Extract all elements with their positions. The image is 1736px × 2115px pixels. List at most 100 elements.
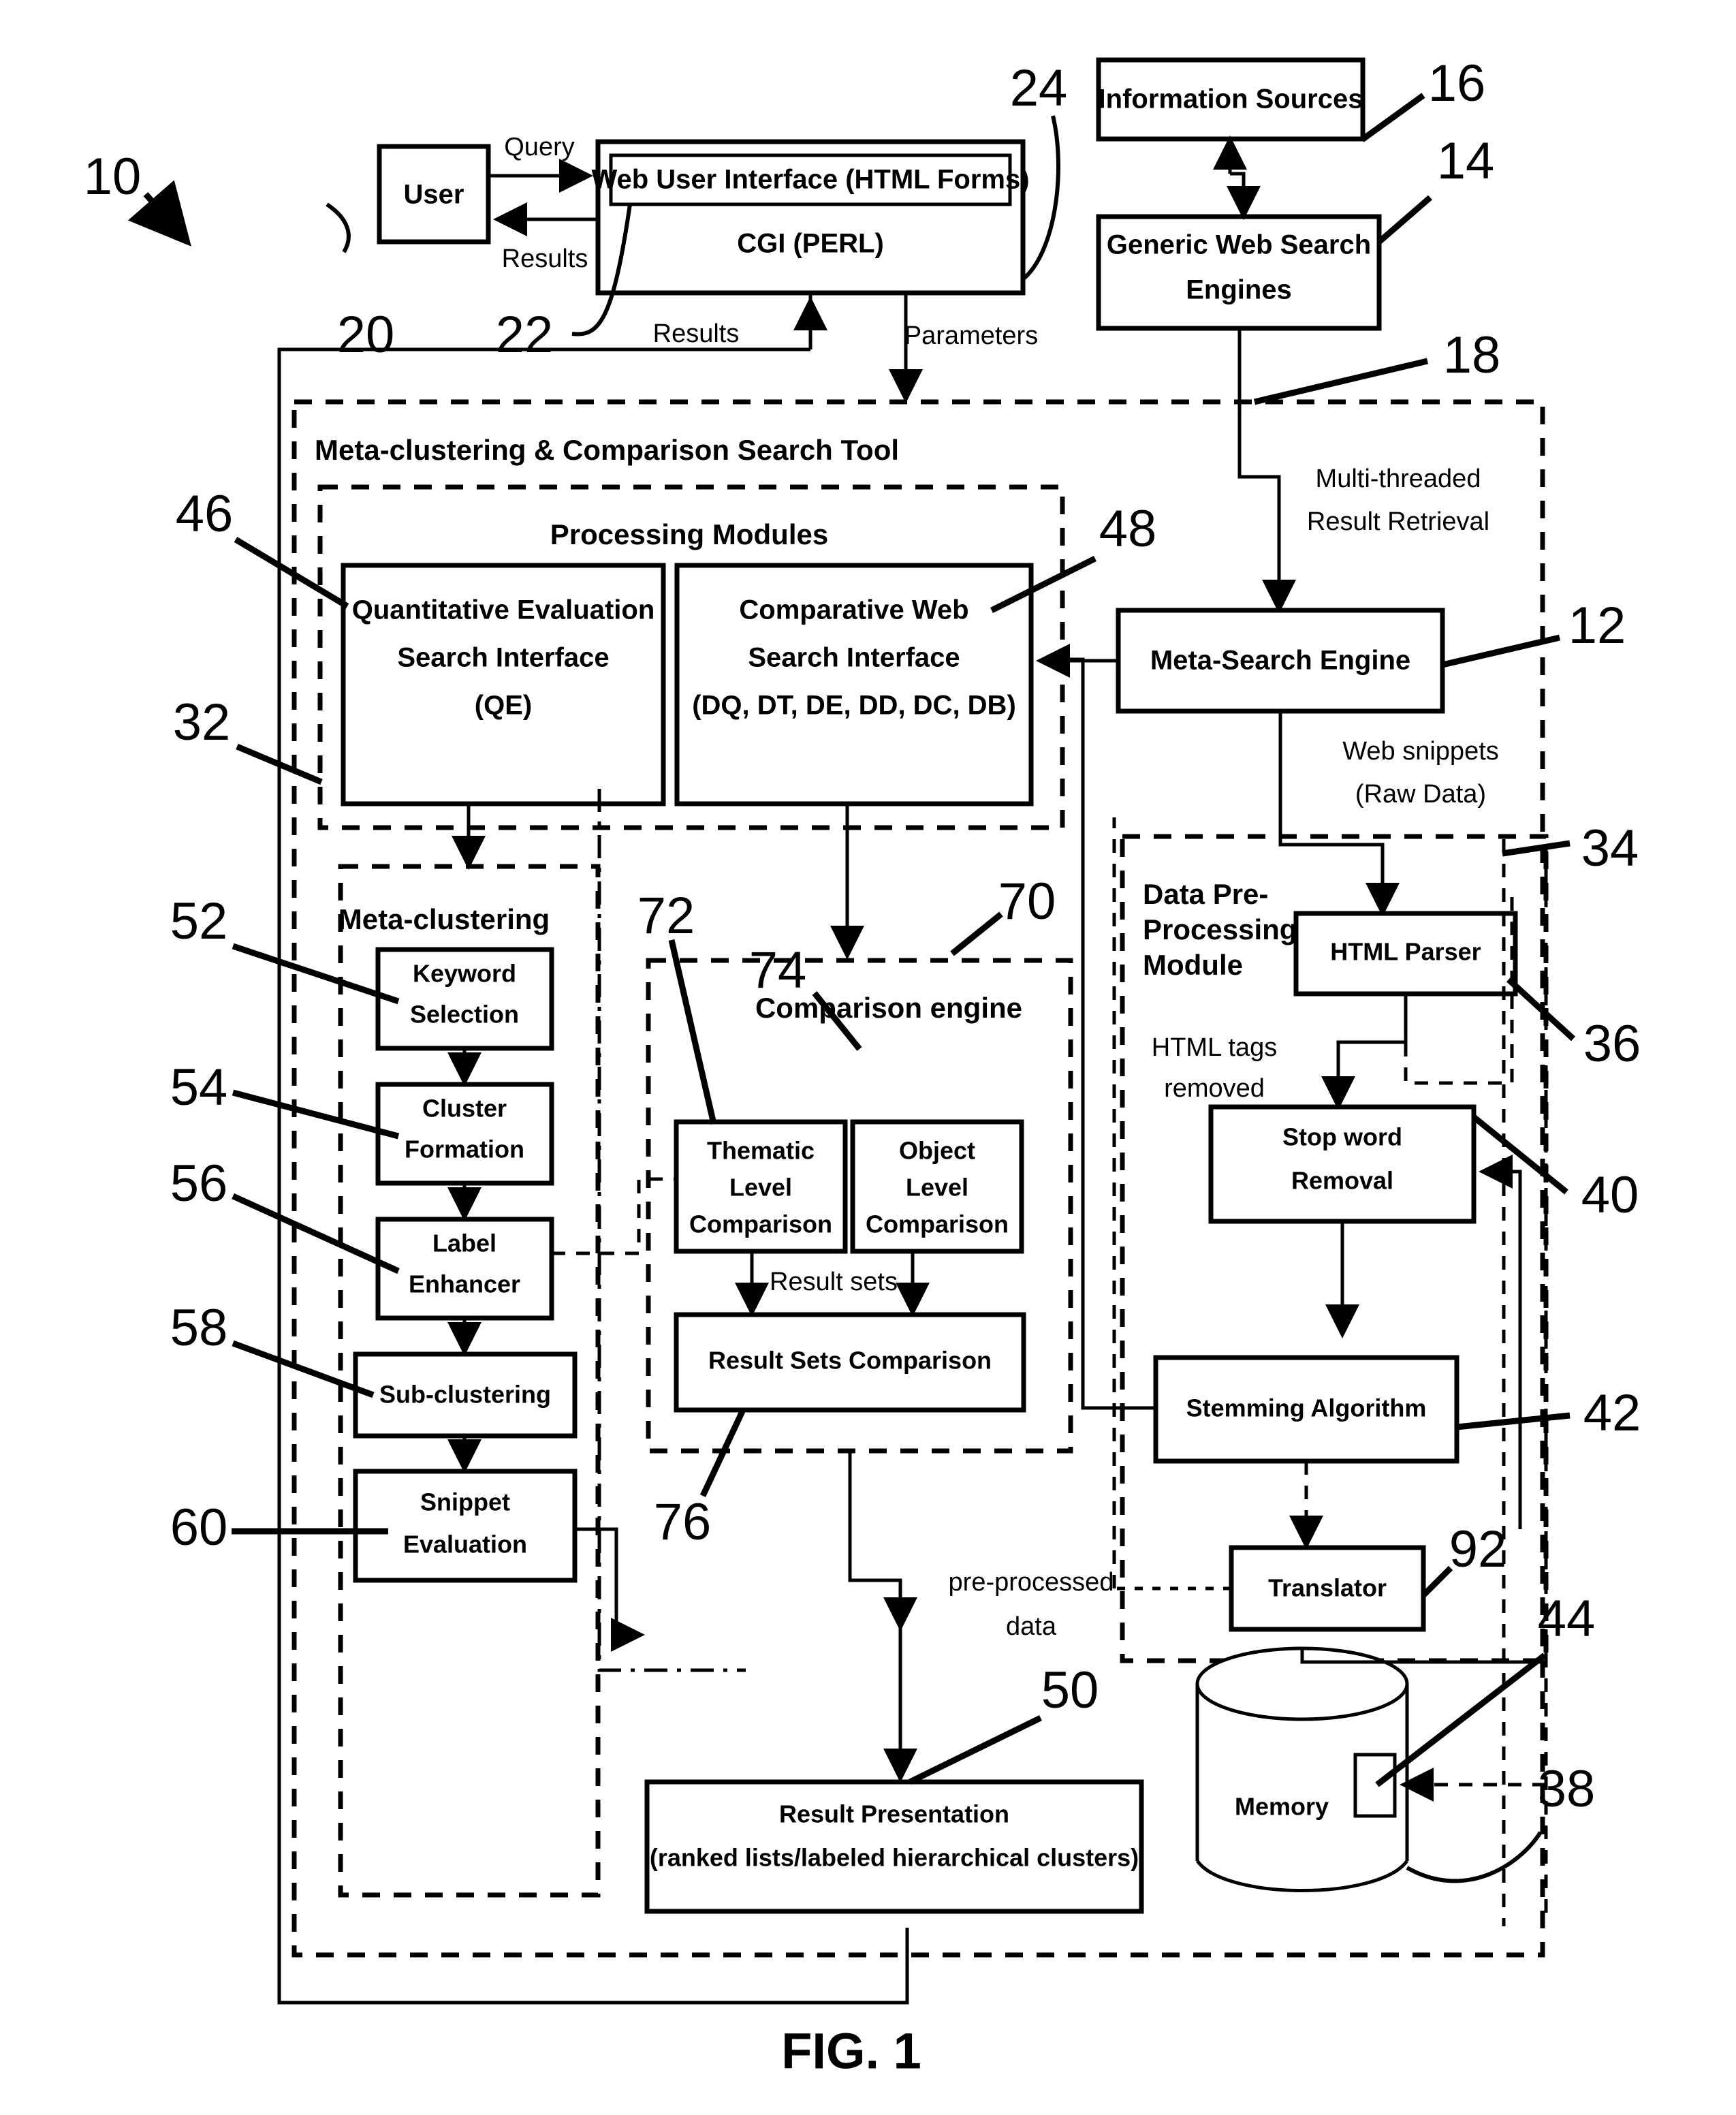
cw-line3: (DQ, DT, DE, DD, DC, DB): [692, 691, 1016, 721]
sub-clustering-label: Sub-clustering: [379, 1381, 551, 1409]
gwse-line2: Engines: [1186, 275, 1292, 305]
sources-down-arrow: [1227, 172, 1261, 220]
web-snippets-line2: (Raw Data): [1355, 780, 1486, 809]
ref-34-label: 34: [1581, 819, 1639, 877]
keyword-line1: Keyword: [413, 960, 516, 988]
se-to-rp-arrow: [575, 1527, 645, 1652]
rsc-label: Result Sets Comparison: [708, 1347, 992, 1375]
ref-18-label: 18: [1443, 326, 1501, 384]
keyword-line2: Selection: [410, 1001, 519, 1029]
dpm-line2: Processing: [1143, 913, 1297, 945]
le-line2: Enhancer: [409, 1270, 520, 1298]
ref-38-leader: [1406, 1831, 1543, 1883]
results-up-label: Results: [653, 319, 740, 348]
rsc-to-rp-arrow: [848, 1451, 917, 1631]
ref-40-label: 40: [1581, 1166, 1639, 1224]
ref-24-leader: [1022, 115, 1060, 281]
ref-20-label: 20: [337, 306, 395, 364]
html-parser-label: HTML Parser: [1330, 938, 1481, 966]
ref-52-label: 52: [170, 892, 228, 950]
gwse-line1: Generic Web Search: [1107, 230, 1371, 260]
ref-16-leader: [1360, 93, 1425, 142]
multithreaded-arrow: [1237, 328, 1296, 614]
ref-14-leader: [1377, 195, 1432, 245]
html-tags-line1: HTML tags: [1152, 1033, 1277, 1062]
stemming-to-cw-line: [1046, 657, 1156, 1410]
ref-42-label: 42: [1583, 1384, 1641, 1442]
ref-50-leader: [909, 1714, 1042, 1785]
ref-32-label: 32: [173, 693, 231, 751]
generic-web-search-engines-box: Generic Web Search Engines: [1096, 214, 1382, 331]
ref-74-label: 74: [749, 941, 807, 999]
processing-modules-title: Processing Modules: [550, 518, 828, 550]
olc-line2: Level: [906, 1174, 968, 1202]
information-sources-box: Information Sources: [1096, 57, 1366, 142]
swr-line2: Removal: [1291, 1167, 1393, 1195]
snippet-evaluation-box: Snippet Evaluation: [353, 1469, 578, 1583]
multithreaded-line1: Multi-threaded: [1316, 465, 1481, 493]
cluster-formation-box: Cluster Formation: [375, 1082, 554, 1186]
web-ui-line2: CGI (PERL): [737, 229, 884, 259]
preprocessed-line1: pre-processed: [949, 1568, 1114, 1597]
ref-22-label: 22: [496, 306, 554, 364]
ref-50-label: 50: [1041, 1661, 1099, 1719]
result-sets-comparison-box: Result Sets Comparison: [674, 1312, 1026, 1413]
multithreaded-line2: Result Retrieval: [1307, 507, 1489, 536]
olc-line1: Object: [899, 1137, 975, 1165]
stemming-algorithm-box: Stemming Algorithm: [1153, 1355, 1459, 1464]
cluster-line2: Formation: [405, 1135, 524, 1163]
cw-line2: Search Interface: [748, 643, 960, 673]
user-label: User: [404, 180, 464, 210]
keyword-selection-box: Keyword Selection: [375, 947, 554, 1051]
label-enhancer-box: Label Enhancer: [375, 1217, 554, 1321]
ref-24-label: 24: [1010, 59, 1068, 117]
ref-36-label: 36: [1583, 1015, 1641, 1073]
web-user-interface-box: Web User Interface (HTML Forms) CGI (PER…: [591, 139, 1030, 296]
olc-line3: Comparison: [866, 1210, 1009, 1238]
ref-92-leader: [1421, 1565, 1453, 1598]
patent-figure: 10 User 20 Web User Interface (HTML Form…: [0, 0, 1736, 2115]
meta-search-engine-box: Meta-Search Engine: [1116, 608, 1445, 714]
ref-54-label: 54: [170, 1059, 228, 1116]
ref-56-label: 56: [170, 1155, 228, 1212]
ref-48-label: 48: [1099, 500, 1157, 558]
ref-92-label: 92: [1449, 1520, 1507, 1578]
memory-label: Memory: [1235, 1793, 1329, 1821]
ref-70-label: 70: [998, 873, 1056, 930]
meta-clustering-title: Meta-clustering: [338, 903, 550, 935]
ref-60-label: 60: [170, 1499, 228, 1556]
ref-10-label: 10: [84, 148, 142, 206]
ref-54-leader: [232, 1089, 400, 1140]
cluster-line1: Cluster: [422, 1095, 507, 1123]
ref-46-label: 46: [176, 485, 234, 543]
tlc-line3: Comparison: [689, 1210, 832, 1238]
results-user-label: Results: [502, 245, 588, 273]
qe-line3: (QE): [475, 691, 532, 721]
ref-70-leader: [950, 911, 1003, 956]
ref-58-leader: [232, 1340, 375, 1398]
swr-line1: Stop word: [1282, 1123, 1402, 1151]
ref-72-leader: [668, 939, 717, 1125]
rp-line1: Result Presentation: [779, 1800, 1009, 1828]
ref-18-leader: [1253, 358, 1429, 405]
memory-cylinder: Memory: [1195, 1646, 1409, 1892]
ref-16-label: 16: [1428, 54, 1486, 112]
rp-line2: (ranked lists/labeled hierarchical clust…: [650, 1844, 1139, 1872]
qe-line2: Search Interface: [397, 643, 609, 673]
ref-72-label: 72: [637, 887, 695, 945]
translator-box: Translator: [1229, 1545, 1426, 1632]
meta-search-engine-label: Meta-Search Engine: [1150, 646, 1410, 676]
qe-line1: Quantitative Evaluation: [352, 595, 655, 625]
tlc-line1: Thematic: [707, 1137, 815, 1165]
quantitative-evaluation-box: Quantitative Evaluation Search Interface…: [341, 563, 666, 806]
tlc-line2: Level: [729, 1174, 792, 1202]
query-label: Query: [504, 133, 574, 161]
memory-store-icon: [1353, 1753, 1397, 1818]
figure-caption: FIG. 1: [781, 2023, 921, 2080]
stemming-label: Stemming Algorithm: [1186, 1394, 1427, 1422]
html-parser-box: HTML Parser: [1293, 911, 1518, 997]
comparative-web-box: Comparative Web Search Interface (DQ, DT…: [674, 563, 1034, 806]
object-level-comparison-box: Object Level Comparison: [850, 1119, 1024, 1254]
result-sets-label: Result sets: [770, 1268, 898, 1296]
ref-76-leader: [699, 1410, 746, 1497]
